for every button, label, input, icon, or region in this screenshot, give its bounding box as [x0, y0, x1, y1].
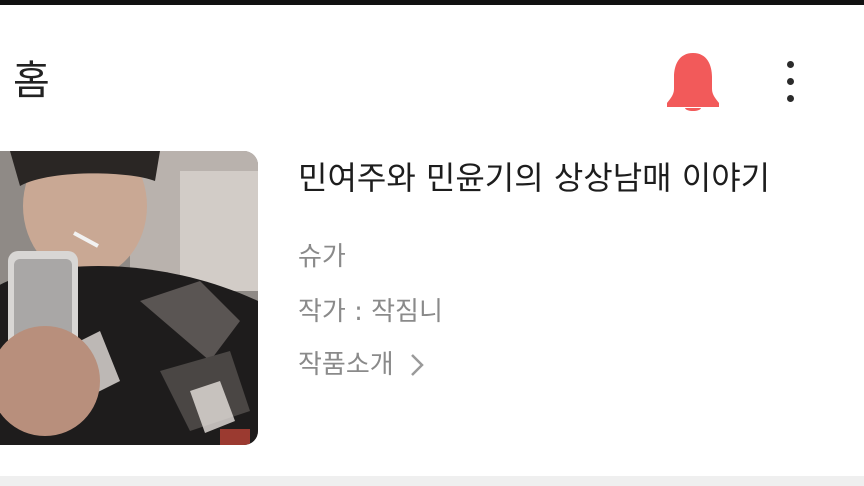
cover-photo	[0, 151, 258, 445]
story-intro-label: 작품소개	[298, 350, 394, 380]
page-title: 홈	[13, 58, 50, 104]
more-dot	[787, 78, 794, 85]
story-intro-link[interactable]: 작품소개	[298, 348, 430, 382]
more-dot	[787, 95, 794, 102]
bell-icon	[667, 53, 719, 111]
story-title[interactable]: 민여주와 민윤기의 상상남매 이야기	[298, 156, 770, 200]
notification-button[interactable]	[664, 51, 722, 113]
section-divider	[0, 476, 864, 486]
story-author: 작가 : 작짐니	[298, 297, 443, 327]
story-genre: 슈가	[298, 242, 346, 272]
more-vertical-icon	[787, 61, 794, 68]
more-options-button[interactable]	[772, 57, 808, 109]
story-cover-image[interactable]	[0, 151, 258, 445]
chevron-right-icon	[410, 354, 424, 376]
app-header: 홈	[0, 5, 864, 135]
